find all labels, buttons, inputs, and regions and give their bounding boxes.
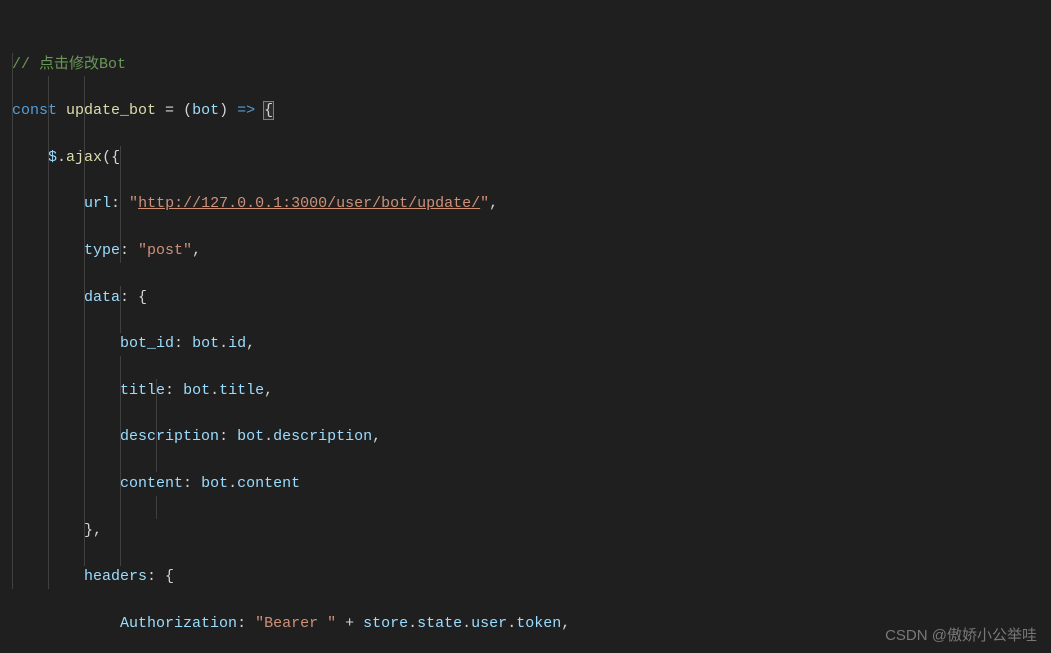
code-line: content: bot.content — [12, 472, 1051, 495]
code-line: $.ajax({ — [12, 146, 1051, 169]
code-line: data: { — [12, 286, 1051, 309]
code-line: type: "post", — [12, 239, 1051, 262]
code-line: headers: { — [12, 565, 1051, 588]
code-line: description: bot.description, — [12, 425, 1051, 448]
code-line: url: "http://127.0.0.1:3000/user/bot/upd… — [12, 192, 1051, 215]
code-line: // 点击修改Bot — [12, 53, 1051, 76]
code-editor[interactable]: // 点击修改Bot const update_bot = (bot) => {… — [0, 0, 1051, 653]
code-line: }, — [12, 519, 1051, 542]
code-line: Authorization: "Bearer " + store.state.u… — [12, 612, 1051, 635]
code-line: bot_id: bot.id, — [12, 332, 1051, 355]
brace-match-open: { — [263, 101, 274, 120]
code-line: const update_bot = (bot) => { — [12, 99, 1051, 122]
code-line: title: bot.title, — [12, 379, 1051, 402]
